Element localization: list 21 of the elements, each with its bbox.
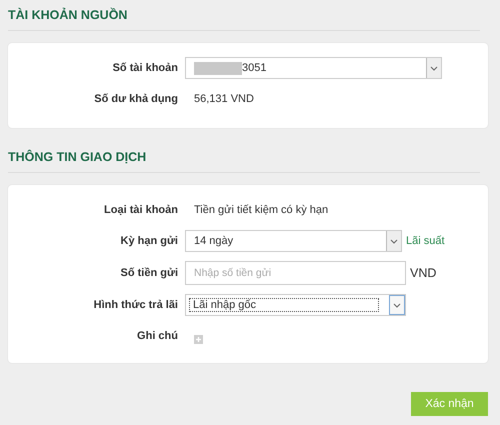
dropdown-field[interactable]: 14 ngày — [185, 230, 402, 252]
field-label: Loại tài khoản — [103, 204, 179, 216]
field-label: Số tài khoản — [112, 62, 179, 74]
field-label: Kỳ hạn gửi — [120, 235, 179, 247]
field-value: Tiền gửi tiết kiệm có kỳ hạn — [193, 204, 328, 216]
chevron-down-icon — [390, 238, 398, 244]
interest-rate-link[interactable]: Lãi suất — [406, 235, 445, 247]
field-label: Số tiền gửi — [120, 267, 179, 279]
chevron-down-icon — [393, 302, 401, 308]
field-value: 56,131 VND — [193, 93, 254, 105]
field-label: Số dư khả dụng — [93, 93, 179, 105]
field-label: Hình thức trả lãi — [92, 299, 179, 311]
dropdown-field[interactable]: Lãi nhập gốc — [185, 294, 406, 316]
field-label: Ghi chú — [136, 330, 179, 342]
chevron-down-icon — [430, 66, 438, 70]
amount-input[interactable]: Nhập số tiền gửi — [185, 261, 406, 285]
add-icon[interactable] — [194, 334, 203, 344]
dropdown-field[interactable]: 3051 — [185, 57, 442, 79]
section-heading: THÔNG TIN GIAO DỊCH — [8, 148, 148, 166]
currency-label: VND — [410, 266, 436, 280]
section-heading: TÀI KHOẢN NGUỒN — [8, 6, 128, 24]
